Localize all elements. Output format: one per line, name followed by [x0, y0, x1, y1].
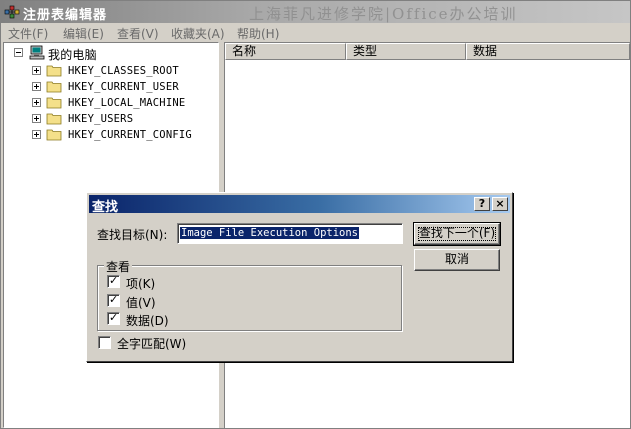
menu-edit[interactable]: 编辑(E): [63, 25, 104, 42]
computer-icon: [29, 45, 45, 60]
folder-icon: [46, 97, 62, 109]
expand-icon[interactable]: [32, 82, 41, 91]
tree-root-label: 我的电脑: [48, 48, 97, 62]
look-at-label: 查看: [104, 258, 133, 275]
title-bar[interactable]: 注册表编辑器 上海菲凡进修学院|Office办公培训: [1, 1, 630, 23]
find-dialog: 查找 ? × 查找目标(N): Image File Execution Opt…: [86, 192, 513, 362]
tree-item-hkey-classes-root[interactable]: HKEY_CLASSES_ROOT: [4, 63, 214, 79]
tree-key-label: HKEY_USERS: [68, 113, 134, 125]
values-label[interactable]: 值(V): [126, 294, 156, 311]
folder-icon: [46, 81, 62, 93]
folder-icon: [46, 65, 62, 77]
check-icon: ✓: [109, 311, 119, 324]
match-whole-string-checkbox[interactable]: [98, 336, 111, 349]
menu-view[interactable]: 查看(V): [117, 25, 159, 42]
find-what-input[interactable]: Image File Execution Options: [177, 223, 403, 244]
window-title: 注册表编辑器: [23, 8, 108, 23]
tree-key-label: HKEY_CURRENT_CONFIG: [68, 129, 192, 141]
tree-item-my-computer[interactable]: 我的电脑: [4, 45, 214, 62]
tree-key-label: HKEY_LOCAL_MACHINE: [68, 97, 186, 109]
find-dialog-title-bar[interactable]: 查找 ? ×: [89, 195, 510, 215]
menu-help[interactable]: 帮助(H): [237, 25, 279, 42]
column-header-type[interactable]: 类型: [346, 43, 466, 60]
registry-editor-icon: [4, 5, 20, 19]
keys-label[interactable]: 项(K): [126, 275, 155, 292]
watermark-text: 上海菲凡进修学院|Office办公培训: [249, 5, 518, 23]
values-checkbox[interactable]: ✓: [107, 293, 120, 307]
tree-item-hkey-current-config[interactable]: HKEY_CURRENT_CONFIG: [4, 127, 214, 143]
expand-icon[interactable]: [32, 98, 41, 107]
folder-icon: [46, 129, 62, 141]
find-what-value: Image File Execution Options: [180, 227, 360, 239]
menu-file[interactable]: 文件(F): [8, 25, 48, 42]
expand-icon[interactable]: [32, 130, 41, 139]
find-what-label: 查找目标(N):: [97, 228, 168, 242]
expand-icon[interactable]: [32, 114, 41, 123]
menu-favorites[interactable]: 收藏夹(A): [171, 25, 225, 42]
menu-bar: 文件(F) 编辑(E) 查看(V) 收藏夹(A) 帮助(H): [1, 23, 630, 42]
match-whole-string-label[interactable]: 全字匹配(W): [117, 335, 186, 352]
tree-item-hkey-current-user[interactable]: HKEY_CURRENT_USER: [4, 79, 214, 95]
cancel-label: 取消: [444, 252, 469, 266]
help-button[interactable]: ?: [474, 197, 490, 211]
look-at-group: 查看 ✓ 项(K) ✓ 值(V) ✓ 数据(D): [97, 258, 402, 331]
column-header-data[interactable]: 数据: [466, 43, 630, 60]
check-icon: ✓: [109, 274, 119, 287]
close-button[interactable]: ×: [492, 197, 508, 211]
tree-key-label: HKEY_CURRENT_USER: [68, 81, 179, 93]
find-next-button[interactable]: 查找下一个(F): [413, 222, 501, 246]
keys-checkbox[interactable]: ✓: [107, 274, 120, 288]
collapse-icon[interactable]: [14, 48, 23, 57]
tree-item-hkey-users[interactable]: HKEY_USERS: [4, 111, 214, 127]
tree-key-label: HKEY_CLASSES_ROOT: [68, 65, 179, 77]
tree-item-hkey-local-machine[interactable]: HKEY_LOCAL_MACHINE: [4, 95, 214, 111]
column-header-name[interactable]: 名称: [225, 43, 346, 60]
registry-editor-window: 注册表编辑器 上海菲凡进修学院|Office办公培训 文件(F) 编辑(E) 查…: [0, 0, 631, 429]
cancel-button[interactable]: 取消: [414, 249, 500, 271]
check-icon: ✓: [109, 293, 119, 306]
find-dialog-title: 查找: [92, 200, 119, 215]
data-checkbox[interactable]: ✓: [107, 311, 120, 325]
data-label[interactable]: 数据(D): [126, 312, 169, 329]
folder-icon: [46, 113, 62, 125]
expand-icon[interactable]: [32, 66, 41, 75]
focus-rect: [418, 227, 496, 241]
